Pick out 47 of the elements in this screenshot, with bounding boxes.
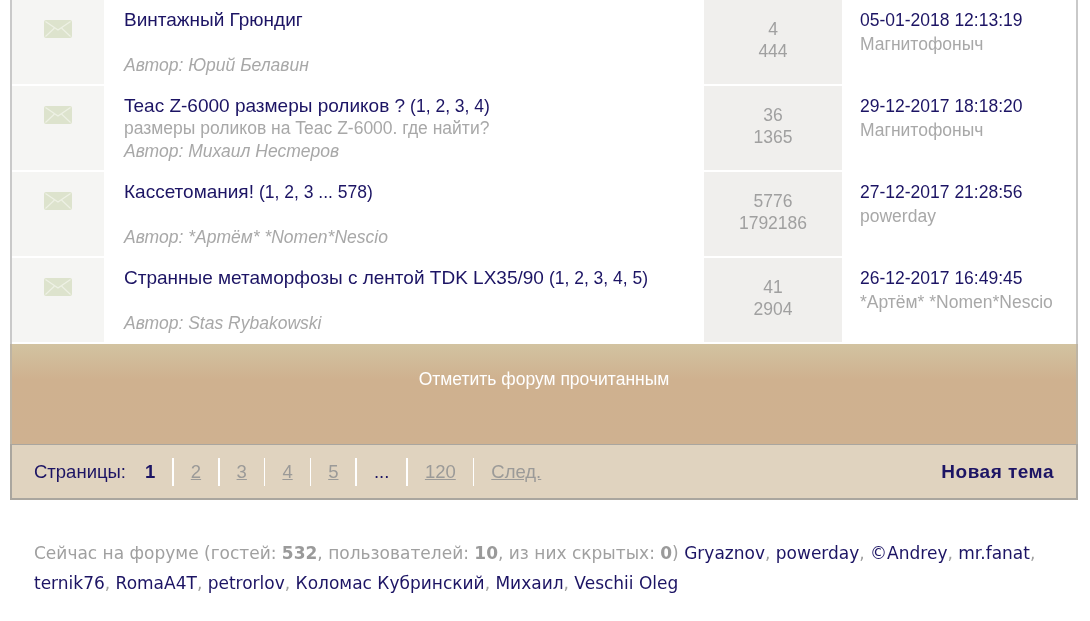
user-link[interactable]: Veschii Oleg xyxy=(574,573,679,593)
user-link[interactable]: ©Andrey xyxy=(870,543,948,563)
topic-author: Автор: Юрий Белавин xyxy=(124,54,309,77)
last-post-user: *Артём* *Nomen*Nescio xyxy=(860,291,1053,314)
envelope-icon xyxy=(44,106,72,124)
user-link[interactable]: mr.fanat xyxy=(958,543,1030,563)
envelope-icon xyxy=(44,192,72,210)
user-link[interactable]: powerday xyxy=(775,543,860,563)
user-link[interactable]: Михаил xyxy=(495,573,564,593)
last-post-date-link[interactable]: 27-12-2017 21:28:56 xyxy=(860,180,1023,204)
topic-title-link[interactable]: Винтажный Грюндиг xyxy=(124,9,303,30)
envelope-icon xyxy=(44,20,72,38)
topic-title-link[interactable]: Странные метаморфозы с лентой TDK LX35/90 xyxy=(124,267,544,288)
topic-description: размеры роликов на Teac Z-6000. где найти? xyxy=(124,117,490,140)
last-post-date-link[interactable]: 05-01-2018 12:13:19 xyxy=(860,8,1023,32)
topic-count: 4 xyxy=(768,18,778,40)
user-link[interactable]: Gryaznov xyxy=(684,543,765,563)
topic-count: 36 xyxy=(763,104,783,126)
online-users-text: Сейчас на форуме (гостей: 532, пользователей: 10, из них скрытых: 0) Gryaznov, powerday, ©Andrey, mr.fanat, ternik76, RomaA4T, petrorlov, Коломас Кубринский, Михаил, Veschii Oleg xyxy=(33,542,1037,595)
topic-author: Автор: Stas Rybakowski xyxy=(124,312,322,335)
user-link[interactable]: ternik76 xyxy=(34,573,105,593)
topic-title-link[interactable]: Кассетомания! xyxy=(124,181,254,202)
topic-count: 5776 xyxy=(753,190,793,212)
last-post-user: Магнитофоныч xyxy=(860,33,984,56)
user-link[interactable]: Коломас Кубринский xyxy=(295,573,485,593)
user-link[interactable]: RomaA4T xyxy=(115,573,197,593)
pages-label: Страницы: xyxy=(34,460,126,483)
envelope-icon xyxy=(44,278,72,296)
topic-count: 1365 xyxy=(753,126,793,148)
topic-page-links[interactable]: (1, 2, 3 ... 578) xyxy=(258,182,373,202)
topic-count: 444 xyxy=(758,40,788,62)
user-link[interactable]: petrorlov xyxy=(207,573,285,593)
last-post-date-link[interactable]: 26-12-2017 16:49:45 xyxy=(860,266,1023,290)
topic-count: 41 xyxy=(763,276,783,298)
topic-count: 1792186 xyxy=(738,212,808,234)
pagination-ellipsis: ... xyxy=(373,459,391,484)
topic-author: Автор: Михаил Нестеров xyxy=(124,140,340,163)
new-topic-link[interactable]: Новая тема xyxy=(941,460,1054,483)
topic-count: 2904 xyxy=(753,298,793,320)
topic-page-links[interactable]: (1, 2, 3, 4, 5) xyxy=(548,268,649,288)
last-post-date-link[interactable]: 29-12-2017 18:18:20 xyxy=(860,94,1023,118)
topic-page-links[interactable]: (1, 2, 3, 4) xyxy=(410,96,490,116)
page-link[interactable]: 1 xyxy=(128,459,173,484)
topic-author: Автор: *Артём* *Nomen*Nescio xyxy=(124,226,388,249)
topic-title-link[interactable]: Teac Z-6000 размеры роликов ? xyxy=(124,95,406,116)
last-post-user: Магнитофоныч xyxy=(860,119,984,142)
last-post-user: powerday xyxy=(860,205,936,228)
